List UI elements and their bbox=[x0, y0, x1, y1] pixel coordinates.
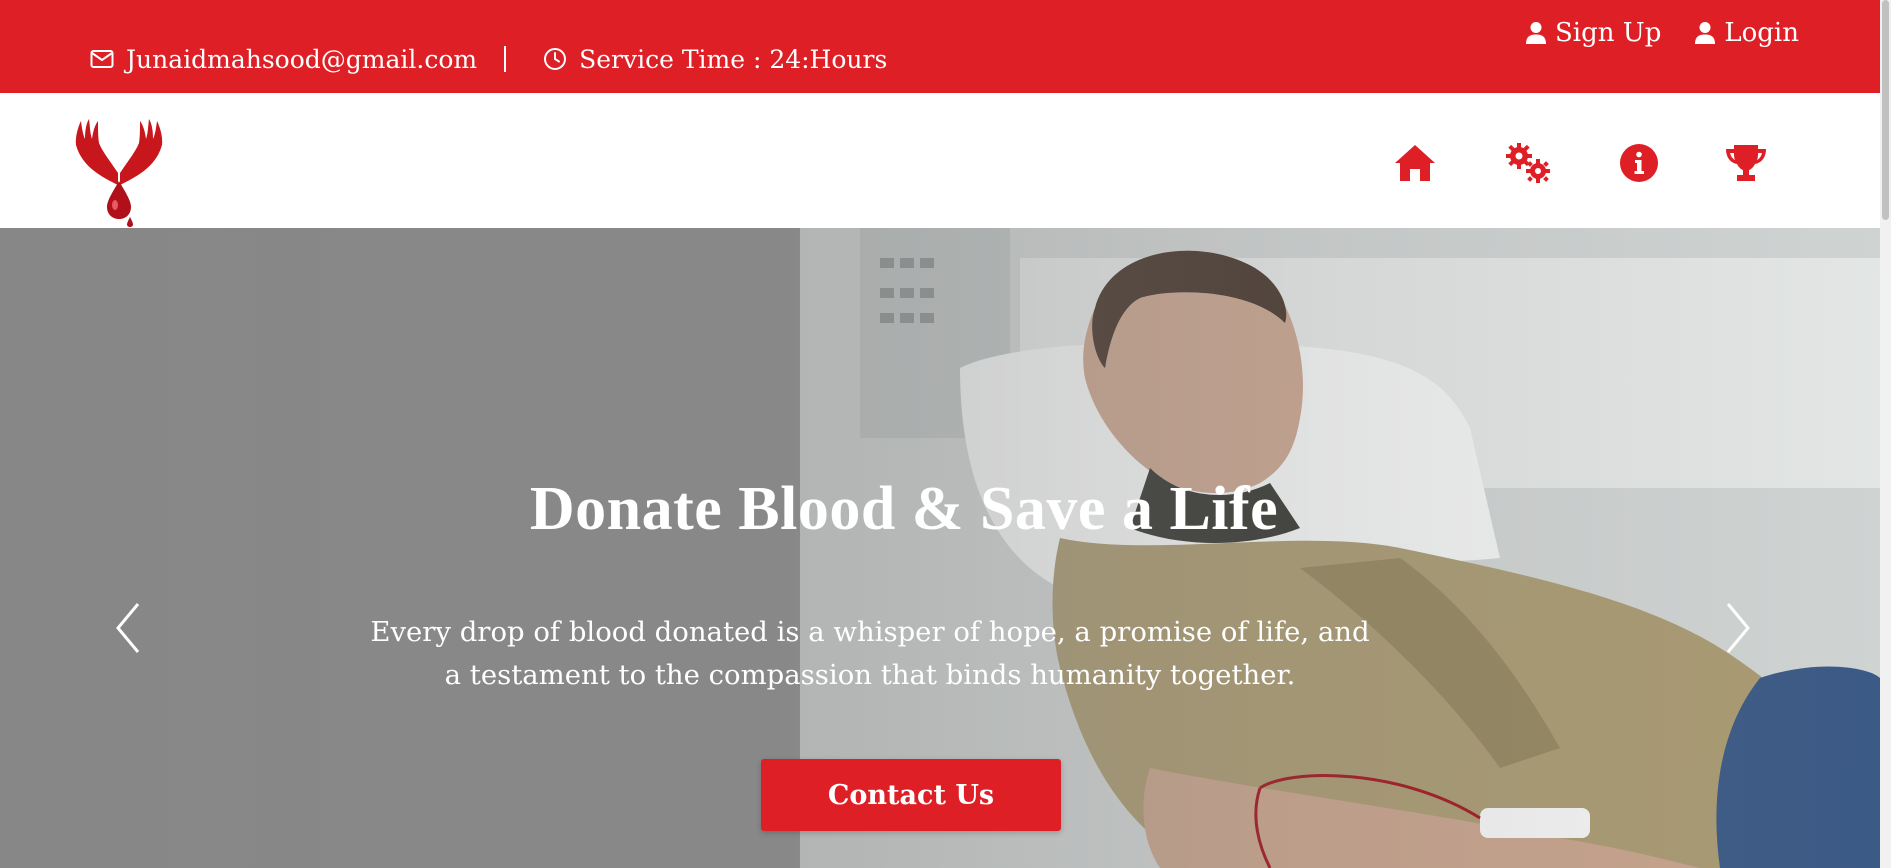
chevron-left-icon[interactable] bbox=[108, 598, 148, 658]
hero-title: Donate Blood & Save a Life bbox=[529, 475, 1279, 543]
blood-drop-hands-logo[interactable] bbox=[72, 115, 166, 227]
auth-links: Sign Up Login bbox=[1525, 14, 1799, 52]
trophy-icon bbox=[1726, 145, 1766, 181]
info-icon bbox=[1620, 144, 1658, 182]
service-time-text: Service Time : 24:Hours bbox=[579, 44, 888, 74]
gears-icon bbox=[1506, 143, 1550, 183]
envelope-icon bbox=[90, 50, 114, 68]
clock-icon bbox=[544, 48, 567, 70]
contact-info: Junaidmahsood@gmail.com Service Time : 2… bbox=[90, 40, 887, 78]
signup-label: Sign Up bbox=[1555, 18, 1662, 48]
nav-about[interactable] bbox=[1616, 140, 1662, 186]
hero-subtitle: Every drop of blood donated is a whisper… bbox=[370, 616, 1370, 691]
signup-link[interactable]: Sign Up bbox=[1525, 18, 1661, 48]
chevron-right-icon[interactable] bbox=[1718, 598, 1758, 658]
service-time-item: Service Time : 24:Hours bbox=[543, 45, 887, 74]
login-label: Login bbox=[1724, 18, 1799, 48]
email-item[interactable]: Junaidmahsood@gmail.com bbox=[90, 45, 477, 74]
user-icon bbox=[1695, 22, 1716, 44]
nav-achievements[interactable] bbox=[1723, 140, 1769, 186]
main-navbar bbox=[0, 93, 1880, 228]
scrollbar-thumb[interactable] bbox=[1882, 0, 1889, 220]
top-bar: Junaidmahsood@gmail.com Service Time : 2… bbox=[0, 0, 1880, 93]
divider bbox=[504, 46, 507, 72]
nav-services[interactable] bbox=[1505, 140, 1551, 186]
nav-home[interactable] bbox=[1392, 140, 1438, 186]
home-icon bbox=[1395, 145, 1435, 181]
contact-us-button[interactable]: Contact Us bbox=[761, 759, 1061, 831]
email-text: Junaidmahsood@gmail.com bbox=[126, 44, 478, 74]
hero-slider: Donate Blood & Save a Life Every drop of… bbox=[0, 228, 1880, 868]
page-scrollbar[interactable] bbox=[1880, 0, 1891, 868]
user-icon bbox=[1526, 22, 1546, 44]
login-link[interactable]: Login bbox=[1694, 18, 1799, 48]
